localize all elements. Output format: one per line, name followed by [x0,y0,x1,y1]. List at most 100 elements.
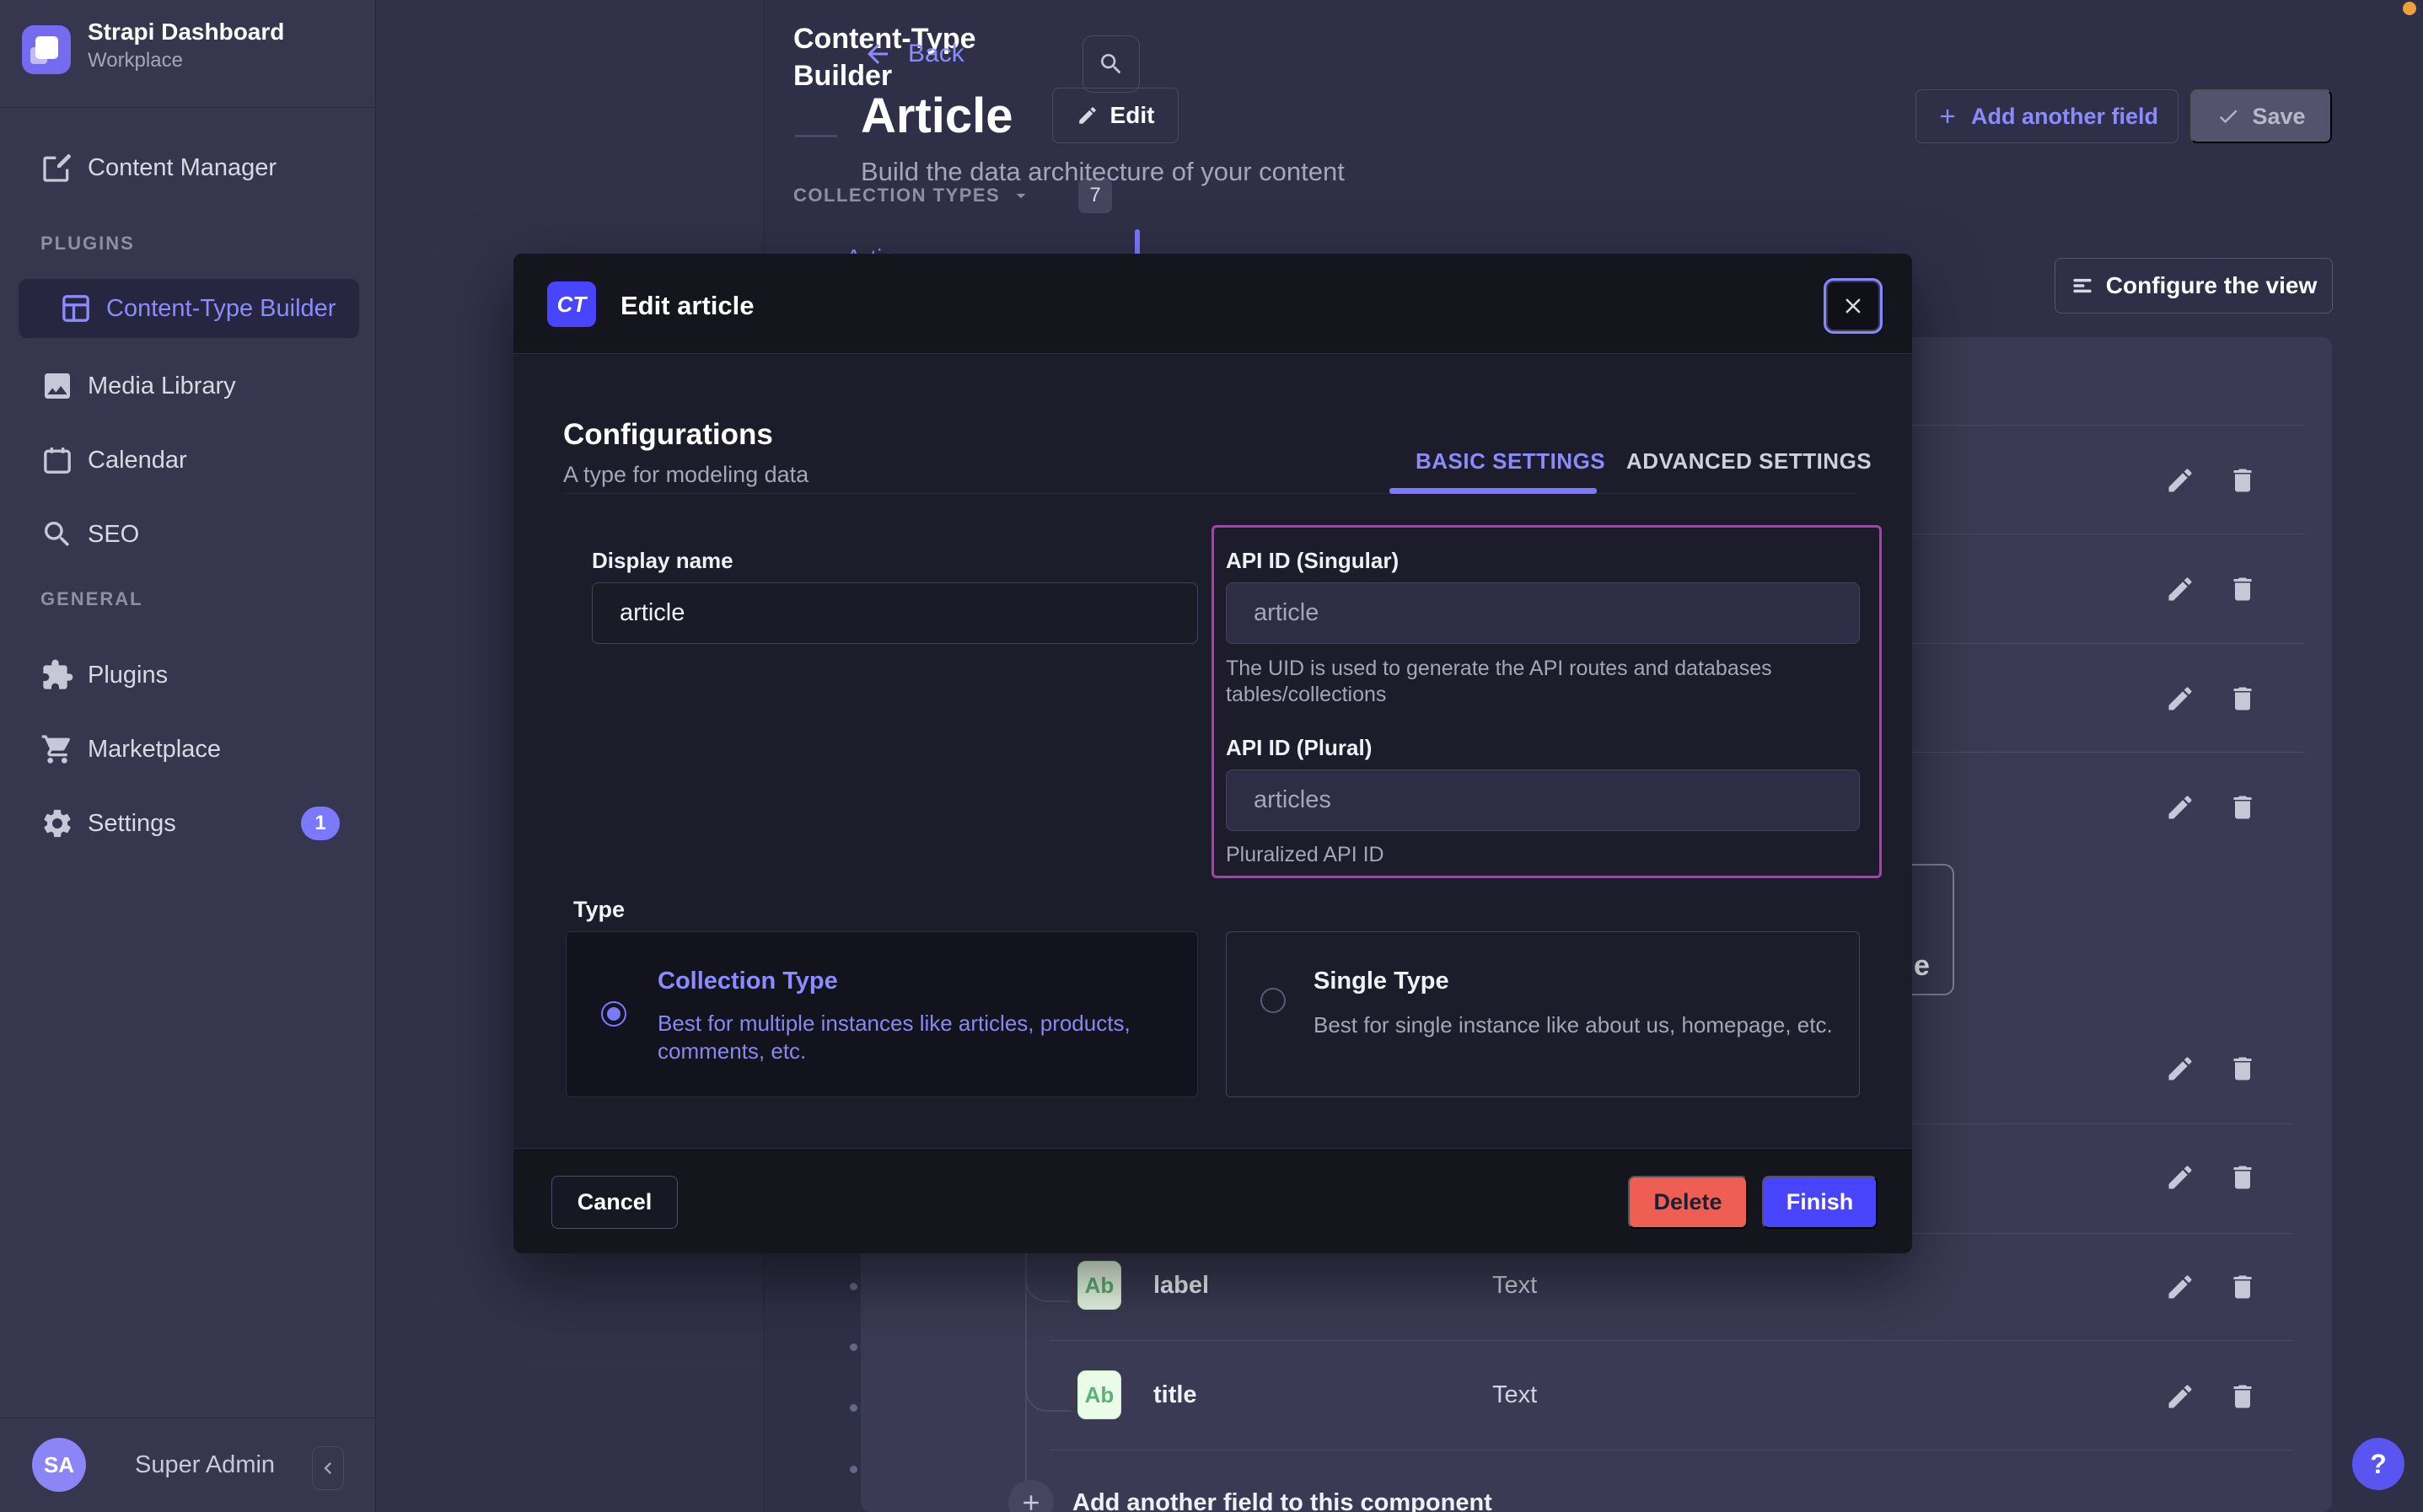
api-id-plural-label: API ID (Plural) [1226,735,1372,761]
single-type-card[interactable]: Single Type Best for single instance lik… [1226,931,1860,1097]
save-button[interactable]: Save [2190,89,2332,143]
trash-icon[interactable] [2222,683,2263,715]
user-avatar[interactable]: SA [32,1438,86,1492]
search-icon [1098,51,1125,78]
field-type-badge-text: Ab [1077,1261,1121,1310]
add-another-field-button[interactable]: Add another field [1915,89,2179,143]
strapi-logo-shape-2 [30,47,47,64]
content-manager-icon [40,151,74,185]
status-dot [2403,2,2416,15]
plus-icon [1936,105,1959,128]
trash-icon[interactable] [2222,1053,2263,1085]
trash-icon[interactable] [2222,791,2263,823]
calendar-icon [40,443,74,477]
active-tab-underline [1389,488,1597,494]
configure-the-view-button[interactable]: Configure the view [2055,258,2333,314]
user-name[interactable]: Super Admin [135,1451,275,1479]
sidebar-section-general: GENERAL [40,588,143,610]
display-name-input[interactable]: article [592,582,1198,644]
sidebar-item-calendar[interactable]: Calendar [0,431,376,490]
modal-subheading: A type for modeling data [563,462,809,488]
collection-type-card[interactable]: Collection Type Best for multiple instan… [566,931,1198,1097]
caret-down-icon [1010,185,1032,206]
radio-unselected-icon[interactable] [1260,988,1286,1013]
page-subtitle: Build the data architecture of your cont… [861,157,1345,187]
sidebar-item-media-library[interactable]: Media Library [0,357,376,416]
trash-icon[interactable] [2222,1381,2263,1413]
panel-search-button[interactable] [1083,35,1140,93]
field-name: label [1153,1272,1209,1300]
marketplace-cart-icon [40,732,74,766]
back-link[interactable]: Back [862,39,964,69]
tree-elbow [1025,1348,1071,1412]
edit-pencil-icon[interactable] [2160,1161,2200,1193]
sidebar-item-settings[interactable]: Settings 1 [0,794,376,853]
field-type: Text [1492,1381,1537,1409]
display-name-label: Display name [592,548,733,574]
edit-pencil-icon[interactable] [2160,1053,2200,1085]
strapi-app-window: Strapi Dashboard Workplace Content Manag… [0,0,2423,1512]
sidebar-item-marketplace[interactable]: Marketplace [0,720,376,779]
finish-button[interactable]: Finish [1762,1176,1878,1229]
edit-pencil-icon[interactable] [2160,1381,2200,1413]
sidebar-section-plugins: PLUGINS [40,233,135,255]
delete-button[interactable]: Delete [1628,1176,1748,1229]
add-component-field-row[interactable]: Add another field to this component [1008,1480,1492,1512]
type-label: Type [573,897,625,923]
partial-text: e [1914,950,1930,983]
api-id-singular-label: API ID (Singular) [1226,548,1399,574]
api-id-singular-input[interactable]: article [1226,582,1860,644]
media-library-icon [40,369,74,403]
radio-selected-icon[interactable] [601,1001,626,1027]
field-type-badge-text: Ab [1077,1370,1121,1419]
workspace-title: Strapi Dashboard [88,19,284,46]
trash-icon[interactable] [2222,464,2263,496]
sidebar-item-content-type-builder[interactable]: Content-Type Builder [19,279,359,338]
tab-basic-settings[interactable]: BASIC SETTINGS [1416,448,1605,475]
workspace-subtitle: Workplace [88,49,183,72]
trash-icon[interactable] [2222,1271,2263,1303]
seo-search-icon [40,517,74,551]
edit-pencil-icon[interactable] [2160,791,2200,823]
sidebar-collapse-button[interactable] [312,1446,344,1490]
sidebar-item-plugins[interactable]: Plugins [0,646,376,705]
back-arrow-icon [862,39,893,69]
sidebar-item-seo[interactable]: SEO [0,505,376,564]
configure-lines-icon [2071,274,2094,298]
api-id-plural-helper: Pluralized API ID [1226,842,1384,868]
modal-close-button[interactable] [1824,278,1883,334]
plugins-puzzle-icon [40,658,74,692]
trash-icon[interactable] [2222,1161,2263,1193]
tab-advanced-settings[interactable]: ADVANCED SETTINGS [1626,448,1872,475]
close-x-icon [1840,293,1866,319]
main-sidebar: Strapi Dashboard Workplace Content Manag… [0,0,376,1512]
collection-types-header[interactable]: COLLECTION TYPES [793,185,1032,206]
tabs-divider [566,493,1856,494]
edit-pencil-icon[interactable] [2160,464,2200,496]
cancel-button[interactable]: Cancel [551,1176,678,1229]
strapi-logo [22,25,71,74]
edit-pencil-icon[interactable] [2160,573,2200,605]
content-type-badge: CT [547,281,596,327]
check-icon [2216,105,2240,128]
settings-gear-icon [40,807,74,840]
collapse-chevron-icon [316,1456,340,1480]
edit-pencil-icon [1077,105,1099,126]
plus-circle-icon [1008,1480,1054,1512]
trash-icon[interactable] [2222,573,2263,605]
api-id-singular-helper: The UID is used to generate the API rout… [1226,656,1799,708]
edit-button[interactable]: Edit [1052,88,1179,143]
modal-heading: Configurations [563,418,773,452]
edit-pencil-icon[interactable] [2160,1271,2200,1303]
field-type: Text [1492,1272,1537,1300]
row-divider [1050,1340,2293,1341]
page-title: Article [861,88,1013,144]
sidebar-item-content-manager[interactable]: Content Manager [0,138,376,197]
help-button[interactable]: ? [2352,1438,2404,1490]
panel-title-divider [795,135,837,137]
sidebar-divider [0,107,376,108]
content-type-builder-icon [59,292,93,325]
modal-title: Edit article [621,291,755,321]
edit-pencil-icon[interactable] [2160,683,2200,715]
api-id-plural-input[interactable]: articles [1226,769,1860,831]
